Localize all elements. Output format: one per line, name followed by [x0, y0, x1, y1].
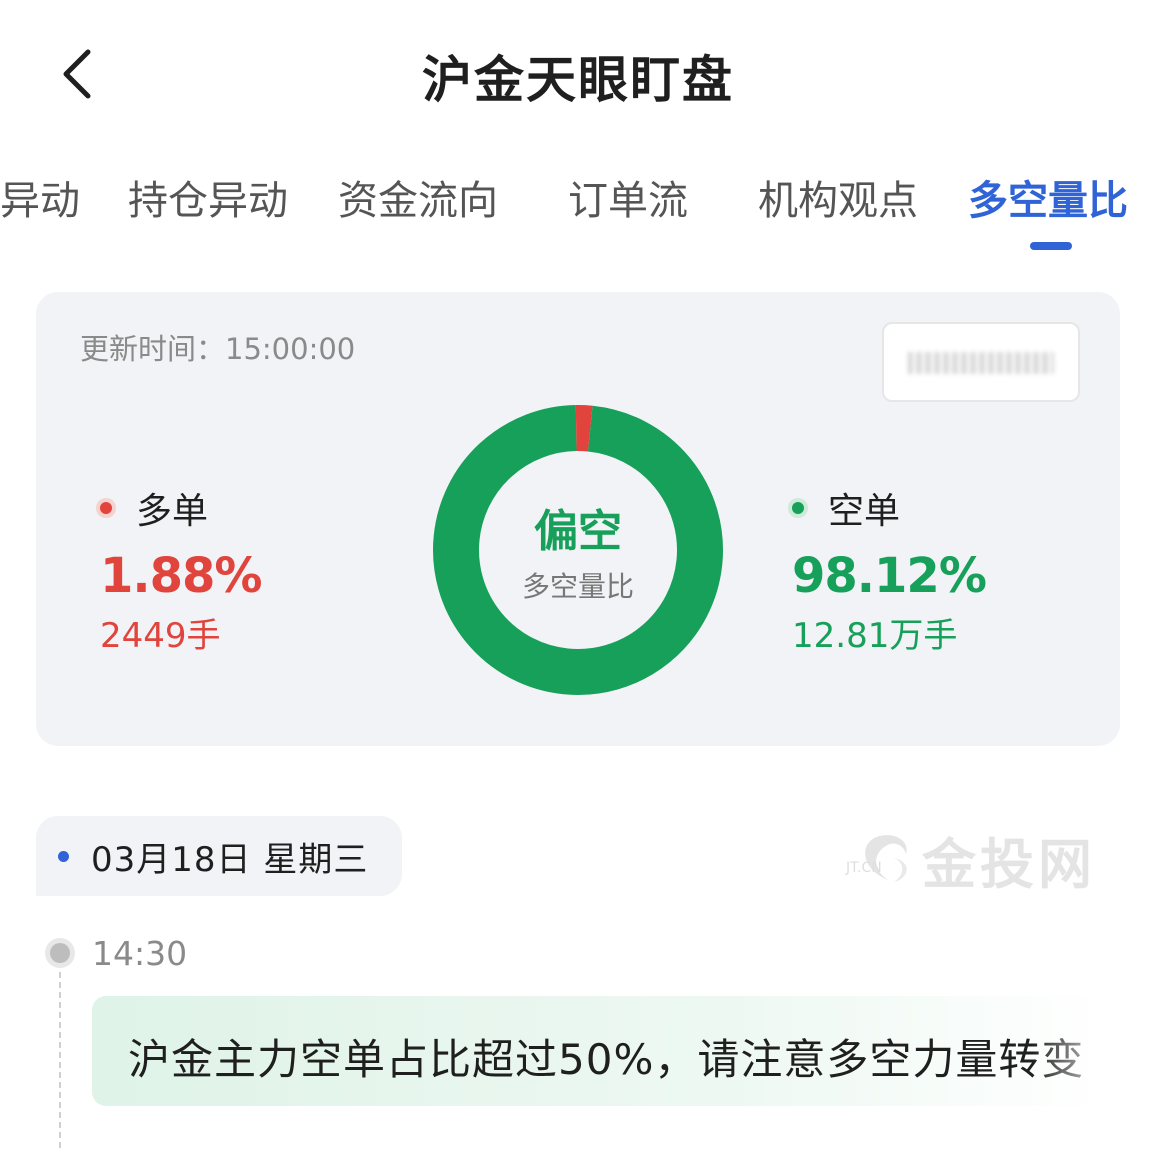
date-chip: 03月18日 星期三 — [36, 816, 402, 896]
ratio-card: 更新时间：15:00:00 多单 1.88% 2449手 偏空 多空量比 空单 … — [36, 292, 1120, 746]
tab-yidong[interactable]: 异动 — [0, 168, 80, 226]
long-block: 多单 1.88% 2449手 — [100, 482, 263, 657]
tab-position-change[interactable]: 持仓异动 — [128, 168, 288, 226]
tab-order-flow[interactable]: 订单流 — [568, 168, 688, 226]
tab-institution-views[interactable]: 机构观点 — [758, 168, 918, 226]
short-lots: 12.81万手 — [792, 616, 958, 656]
ratio-donut: 偏空 多空量比 — [432, 404, 724, 696]
timeline-time: 14:30 — [92, 934, 188, 973]
long-lots: 2449手 — [100, 616, 221, 656]
long-percent: 1.88% — [100, 548, 263, 604]
long-dot-icon — [100, 502, 112, 514]
donut-sub-label: 多空量比 — [521, 570, 634, 603]
tab-fund-flow[interactable]: 资金流向 — [338, 168, 498, 226]
short-label: 空单 — [828, 491, 901, 532]
short-percent: 98.12% — [792, 548, 987, 604]
tab-long-short-ratio[interactable]: 多空量比 — [968, 168, 1128, 226]
blurred-selector[interactable] — [882, 322, 1080, 402]
watermark-brand: 金投网 — [922, 832, 1096, 896]
short-block: 空单 98.12% 12.81万手 — [792, 482, 987, 657]
tab-bar: 异动 持仓异动 资金流向 订单流 机构观点 多空量比 — [0, 168, 1156, 258]
timeline-line — [59, 972, 61, 1148]
watermark-domain: JT.CN — [846, 860, 882, 876]
timeline-dot-icon — [50, 943, 70, 963]
alert-text: 沪金主力空单占比超过50%，请注意多空力量转变 — [128, 1035, 1085, 1084]
long-label: 多单 — [136, 491, 209, 532]
alert-card[interactable]: 沪金主力空单占比超过50%，请注意多空力量转变 — [92, 996, 1122, 1106]
watermark-logo: JT.CN 金投网 — [840, 824, 1096, 896]
date-text: 03月18日 星期三 — [91, 839, 369, 880]
update-time: 更新时间：15:00:00 — [80, 332, 356, 366]
page-title: 沪金天眼盯盘 — [422, 51, 734, 109]
short-dot-icon — [792, 502, 804, 514]
donut-main-label: 偏空 — [534, 506, 622, 557]
tab-active-indicator — [1030, 242, 1072, 250]
wave-logo-icon — [865, 835, 907, 882]
date-dot-icon — [58, 850, 69, 862]
